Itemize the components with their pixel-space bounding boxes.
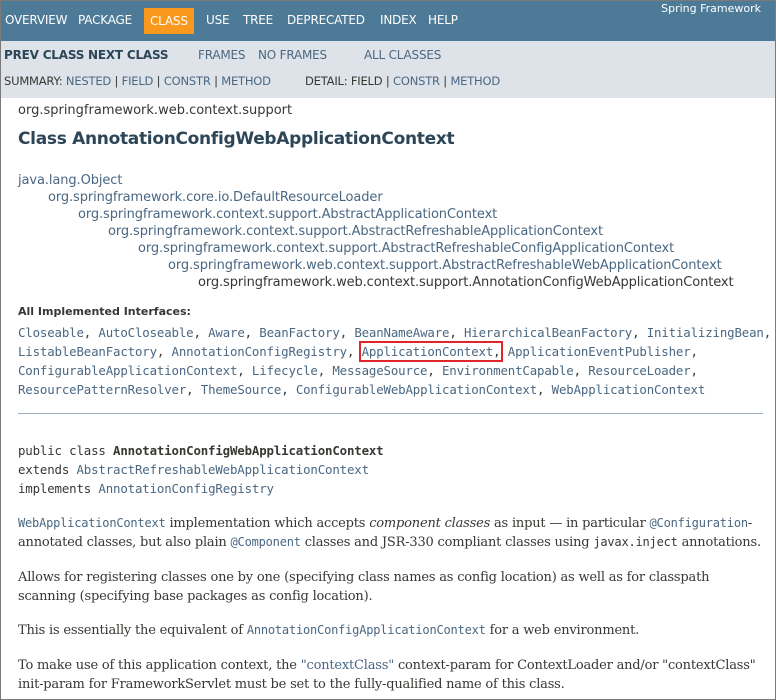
nav-index[interactable]: INDEX: [380, 13, 417, 27]
detail-method-link[interactable]: METHOD: [450, 74, 500, 88]
nav-class[interactable]: CLASS: [144, 8, 194, 34]
interfaces-row-1: Closeable, AutoCloseable, Aware, BeanFac…: [18, 325, 772, 340]
inheritance-abstract-refreshable-web-application-context-link[interactable]: org.springframework.web.context.support.…: [168, 258, 722, 273]
interfaces-row-3: ConfigurableApplicationContext, Lifecycl…: [18, 363, 698, 378]
text: implementation which accepts: [165, 516, 370, 531]
all-classes-link[interactable]: ALL CLASSES: [364, 48, 441, 62]
signature-superclass-link[interactable]: AbstractRefreshableWebApplicationContext: [76, 462, 369, 477]
nav-overview[interactable]: OVERVIEW: [5, 13, 68, 27]
sub-nav-bar: PREV CLASS NEXT CLASS FRAMES NO FRAMES A…: [1, 41, 775, 98]
interface-link[interactable]: ResourcePatternResolver: [18, 382, 186, 397]
interface-link[interactable]: ThemeSource: [201, 382, 282, 397]
interface-link[interactable]: InitializingBean: [647, 325, 764, 340]
summary-label: SUMMARY:: [4, 74, 66, 88]
summary-field-link[interactable]: FIELD: [122, 74, 154, 88]
summary-nested-link[interactable]: NESTED: [66, 74, 111, 88]
interface-link[interactable]: MessageSource: [332, 363, 427, 378]
interfaces-row-4: ResourcePatternResolver, ThemeSource, Co…: [18, 382, 706, 397]
signature-line-extends: extends AbstractRefreshableWebApplicatio…: [18, 462, 369, 477]
inheritance-default-resource-loader-link[interactable]: org.springframework.core.io.DefaultResou…: [48, 190, 383, 205]
signature-line-implements: implements AnnotationConfigRegistry: [18, 481, 274, 496]
section-divider: [18, 413, 763, 414]
inheritance-abstract-refreshable-application-context-link[interactable]: org.springframework.context.support.Abst…: [108, 224, 603, 239]
interface-link[interactable]: AnnotationConfigRegistry: [172, 344, 348, 359]
interface-link-highlighted[interactable]: ApplicationContext,: [358, 341, 504, 362]
signature-interface-link[interactable]: AnnotationConfigRegistry: [98, 481, 274, 496]
description-paragraph-2: Allows for registering classes one by on…: [18, 570, 710, 604]
configuration-annotation-link[interactable]: @Configuration: [650, 516, 749, 530]
interface-link[interactable]: AutoCloseable: [98, 325, 193, 340]
description-paragraph-1: WebApplicationContext implementation whi…: [18, 514, 763, 552]
signature-implements-keyword: implements: [18, 481, 99, 496]
no-frames-link[interactable]: NO FRAMES: [258, 48, 327, 62]
interface-link[interactable]: HierarchicalBeanFactory: [464, 325, 632, 340]
inheritance-abstract-refreshable-config-application-context-link[interactable]: org.springframework.context.support.Abst…: [138, 241, 674, 256]
inheritance-object-link[interactable]: java.lang.Object: [18, 173, 122, 188]
text: classes and JSR-330 compliant classes us…: [300, 535, 594, 550]
text: annotations.: [677, 535, 761, 550]
emphasis: component classes: [369, 516, 491, 531]
package-name: org.springframework.web.context.support: [18, 103, 293, 118]
description-paragraph-4: To make use of this application context,…: [18, 656, 763, 694]
interface-link[interactable]: ConfigurableWebApplicationContext: [296, 382, 537, 397]
text: as input — in particular: [490, 516, 650, 531]
detail-links: DETAIL: FIELD | CONSTR | METHOD: [305, 74, 500, 88]
interface-link[interactable]: WebApplicationContext: [552, 382, 706, 397]
signature-modifiers: public class: [18, 443, 114, 458]
detail-field-text: FIELD: [350, 74, 383, 88]
context-class-link[interactable]: "contextClass": [301, 658, 395, 673]
inheritance-current-class: org.springframework.web.context.support.…: [198, 275, 734, 290]
top-nav-bar: OVERVIEW PACKAGE CLASS USE TREE DEPRECAT…: [1, 1, 775, 41]
summary-constr-link[interactable]: CONSTR: [164, 74, 211, 88]
component-annotation-link[interactable]: @Component: [231, 535, 301, 549]
nav-deprecated[interactable]: DEPRECATED: [287, 13, 365, 27]
implemented-interfaces-heading: All Implemented Interfaces:: [18, 305, 191, 318]
text: To make use of this application context,…: [18, 658, 301, 673]
nav-tree[interactable]: TREE: [243, 13, 273, 27]
signature-line-class: public class AnnotationConfigWebApplicat…: [18, 443, 384, 458]
interface-link[interactable]: ListableBeanFactory: [18, 344, 157, 359]
interface-link[interactable]: Closeable: [18, 325, 84, 340]
javadoc-page: OVERVIEW PACKAGE CLASS USE TREE DEPRECAT…: [0, 0, 776, 700]
interface-link[interactable]: ConfigurableApplicationContext: [18, 363, 237, 378]
interface-link[interactable]: BeanNameAware: [354, 325, 449, 340]
frames-link[interactable]: FRAMES: [198, 48, 246, 62]
summary-links: SUMMARY: NESTED | FIELD | CONSTR | METHO…: [4, 74, 271, 88]
signature-extends-keyword: extends: [18, 462, 77, 477]
description-paragraph-3: This is essentially the equivalent of An…: [18, 621, 763, 640]
detail-label: DETAIL:: [305, 74, 351, 88]
interface-link[interactable]: EnvironmentCapable: [442, 363, 574, 378]
separator: |: [385, 74, 394, 88]
interface-link-label: ApplicationContext: [361, 344, 494, 359]
next-class-link[interactable]: NEXT CLASS: [88, 48, 169, 62]
interface-link[interactable]: Lifecycle: [252, 363, 318, 378]
web-application-context-link[interactable]: WebApplicationContext: [18, 516, 166, 530]
text: This is essentially the equivalent of: [18, 623, 247, 638]
separator: |: [156, 74, 164, 88]
brand-label: Spring Framework: [661, 2, 761, 15]
summary-method-link[interactable]: METHOD: [221, 74, 271, 88]
code-text: javax.inject: [593, 535, 678, 549]
interfaces-row-2: ListableBeanFactory, AnnotationConfigReg…: [18, 341, 698, 362]
interface-link[interactable]: ResourceLoader: [588, 363, 690, 378]
nav-package[interactable]: PACKAGE: [78, 13, 132, 27]
interface-link[interactable]: ApplicationEventPublisher: [508, 344, 691, 359]
nav-use[interactable]: USE: [206, 13, 230, 27]
detail-constr-link[interactable]: CONSTR: [393, 74, 440, 88]
nav-help[interactable]: HELP: [428, 13, 458, 27]
inheritance-abstract-application-context-link[interactable]: org.springframework.context.support.Abst…: [78, 207, 497, 222]
prev-class-link[interactable]: PREV CLASS: [4, 48, 84, 62]
interface-link[interactable]: Aware: [208, 325, 245, 340]
signature-class-name: AnnotationConfigWebApplicationContext: [113, 443, 384, 458]
class-title: Class AnnotationConfigWebApplicationCont…: [18, 129, 455, 149]
text: for a web environment.: [485, 623, 640, 638]
separator: |: [114, 74, 122, 88]
interface-link[interactable]: BeanFactory: [259, 325, 340, 340]
annotation-config-application-context-link[interactable]: AnnotationConfigApplicationContext: [247, 623, 486, 637]
